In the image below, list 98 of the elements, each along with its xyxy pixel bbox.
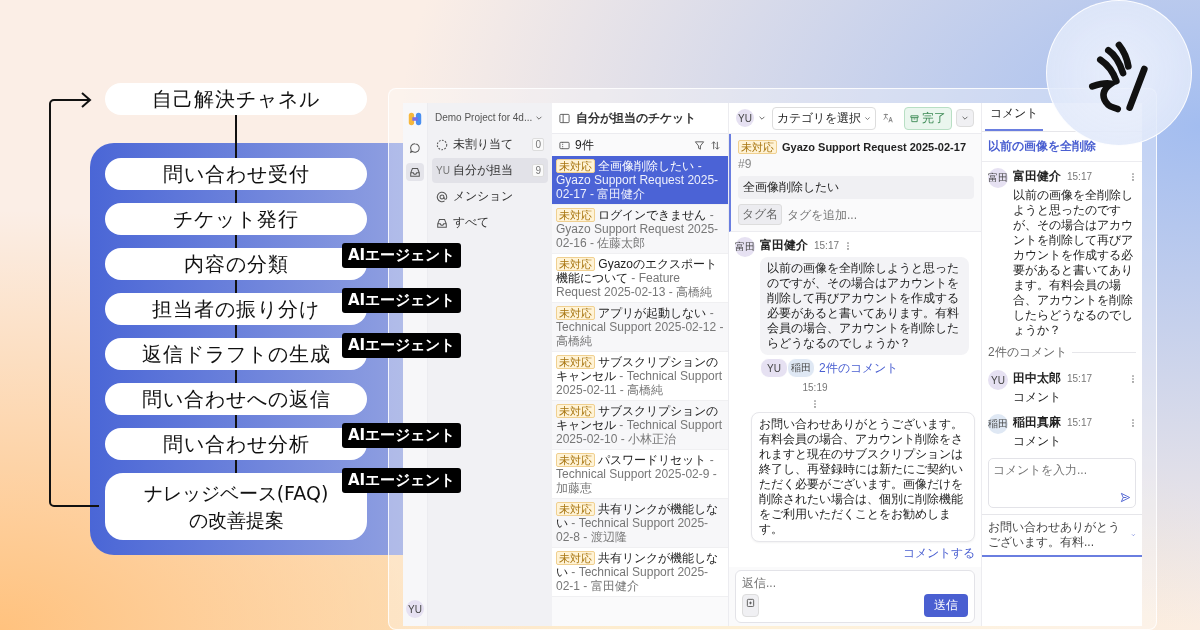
commenter-avatar: YU <box>988 370 1008 390</box>
complete-button[interactable]: 完了 <box>904 106 952 130</box>
author-name: 田中太郎 <box>1013 370 1061 387</box>
app-logo-icon <box>407 111 423 127</box>
status-badge: 未対応 <box>738 140 777 154</box>
assignee-avatar[interactable]: YU <box>736 109 754 127</box>
nav-label: 未割り当て <box>453 136 514 153</box>
ticket-number: #9 <box>738 157 752 171</box>
nav-label: メンション <box>453 188 514 205</box>
avatar-initials: YU <box>436 165 448 176</box>
user-avatar[interactable]: YU <box>406 600 424 618</box>
ai-agent-badge: AIエージェント <box>342 243 462 268</box>
chat-icon <box>409 142 421 154</box>
comment-text: コメント <box>1013 390 1062 405</box>
author-name: 富田健介 <box>1013 168 1061 185</box>
more-options-icon[interactable] <box>1130 171 1136 182</box>
more-options-icon[interactable] <box>845 240 852 251</box>
more-options-icon[interactable] <box>1130 417 1136 428</box>
flow-step: 問い合わせ受付 <box>105 158 367 190</box>
filter-icon[interactable] <box>694 139 705 151</box>
comments-tab[interactable]: コメント <box>985 105 1043 131</box>
subject-field[interactable]: 全画像削除したい <box>738 176 974 199</box>
chevron-down-icon <box>961 114 969 122</box>
nav-item[interactable]: メンション <box>432 184 548 209</box>
flow-step: 自己解決チャネル <box>105 83 367 115</box>
flow-step: 問い合わせへの返信 <box>105 383 367 415</box>
ticket-item[interactable]: 未対応 ログインできません - Gyazo Support Request 2025-02-16 - 佐藤太郎 <box>552 205 728 254</box>
reply-bubble: お問い合わせありがとうございます。有料会員の場合、アカウント削除をされますと現在のサブスクリプションは終了し、再登録時には新たにご契約いただく必要がございます。画像だけを削除されたい場合は、個別に削除機能をご利用いただくことをお勧めします。 <box>751 412 975 542</box>
ticket-count: 9件 <box>575 136 594 154</box>
chevron-down-icon[interactable] <box>758 114 766 122</box>
template-button[interactable] <box>742 594 759 617</box>
translate-icon[interactable] <box>882 112 894 124</box>
author-name: 富田健介 <box>760 237 808 254</box>
nav-item[interactable]: すべて <box>432 210 548 235</box>
ai-agent-badge: AIエージェント <box>342 468 462 493</box>
nav-label: 自分が担当 <box>453 162 514 179</box>
ticket-heading: Gyazo Support Request 2025-02-17 <box>782 141 966 153</box>
message-bubble: 以前の画像を全削除しようと思ったのですが、その場合はアカウントを削除して再びアカウントを作成する必要があると書いてあります。有料会員の場合、アカウントを削除したらどうなるのでしょうか？ <box>760 257 969 355</box>
ai-agent-badge: AIエージェント <box>342 333 462 358</box>
ticket-item[interactable]: 未対応 サブスクリプションのキャンセル - Technical Support 2025-02-10 - 小林正治 <box>552 401 728 450</box>
nav-item[interactable]: YU 自分が担当 9 <box>432 158 548 183</box>
chevron-down-icon <box>1131 531 1136 539</box>
comment-link[interactable]: コメントする <box>903 545 975 562</box>
inbox-icon <box>409 166 421 178</box>
archive-icon <box>910 113 919 123</box>
ai-agent-badge: AIエージェント <box>342 288 462 313</box>
comment-time: 15:17 <box>1067 373 1093 384</box>
ticket-icon <box>559 139 570 151</box>
commenter-avatar: YU <box>760 358 788 378</box>
comment-text: コメント <box>1013 434 1062 449</box>
send-icon[interactable] <box>1120 492 1131 503</box>
send-button[interactable]: 送信 <box>924 594 968 617</box>
ticket-item[interactable]: 未対応 サブスクリプションのキャンセル - Technical Support 2025-02-11 - 高橋純 <box>552 352 728 401</box>
reply-preview[interactable]: お問い合わせありがとうございます。有料... <box>982 514 1142 557</box>
flow-step: チケット発行 <box>105 203 367 235</box>
ticket-item[interactable]: 未対応 共有リンクが機能しない - Technical Support 2025-02-8 - 渡辺隆 <box>552 499 728 548</box>
count-badge: 0 <box>532 138 544 151</box>
commenter-avatar: 稲田 <box>988 414 1008 434</box>
count-badge: 9 <box>532 164 544 177</box>
sort-icon[interactable] <box>710 139 721 151</box>
ai-agent-badge: AIエージェント <box>342 423 462 448</box>
author-avatar: 富田 <box>988 168 1008 188</box>
ticket-item[interactable]: 未対応 Gyazoのエクスポート機能について - Feature Request 2025-02-13 - 高橋純 <box>552 254 728 303</box>
dashed-circle-icon <box>436 138 448 151</box>
ticket-item[interactable]: 未対応 共有リンクが機能しない - Technical Support 2025-02-1 - 富田健介 <box>552 548 728 597</box>
chevron-down-icon <box>864 114 871 122</box>
inbox-icon <box>436 216 448 229</box>
comment-text: 以前の画像を全削除しようと思ったのですが、その場合はアカウントを削除して再びアカウントを作成する必要があると書いてあります。有料会員の場合、アカウントを削除したらどうなるのでしょうか？ <box>1013 188 1134 338</box>
comment-count-label: 2件のコメント <box>988 344 1067 361</box>
more-options-icon[interactable] <box>812 399 818 409</box>
category-select[interactable]: カテゴリを選択 <box>772 106 876 130</box>
author-avatar: 富田 <box>735 237 755 257</box>
comment-time: 15:17 <box>1067 417 1093 428</box>
comment-box[interactable]: コメントを入力... <box>988 458 1136 508</box>
tag-input[interactable]: タグを追加... <box>787 207 974 222</box>
comment-time: 15:17 <box>1067 171 1093 182</box>
reply-composer[interactable]: 返信... 送信 <box>735 570 975 623</box>
more-options-icon[interactable] <box>1130 373 1136 384</box>
nav-item[interactable]: 未割り当て 0 <box>432 132 548 157</box>
author-name: 稲田真麻 <box>1013 414 1061 431</box>
list-title: 自分が担当のチケット <box>576 109 696 127</box>
commenter-avatar: 稲田 <box>787 358 815 378</box>
project-selector[interactable]: Demo Project for 4d... <box>432 109 548 131</box>
comment-input[interactable]: コメントを入力... <box>993 463 1131 477</box>
sidebar-toggle-icon[interactable] <box>559 112 570 124</box>
ticket-item[interactable]: 未対応 パスワードリセット - Technical Support 2025-02-9 - 加藤恵 <box>552 450 728 499</box>
tag-chip[interactable]: タグ名 <box>738 204 782 225</box>
comments-link[interactable]: 2件のコメント <box>819 359 898 377</box>
ticket-item[interactable]: 未対応 アプリが起動しない - Technical Support 2025-02-12 - 高橋純 <box>552 303 728 352</box>
rail-button[interactable] <box>406 163 424 181</box>
at-sign-icon <box>436 190 448 203</box>
message-time: 15:19 <box>802 382 828 393</box>
reply-input[interactable]: 返信... <box>742 576 968 590</box>
nav-label: すべて <box>453 214 490 231</box>
ticket-item[interactable]: 未対応 全画像削除したい - Gyazo Support Request 2025-02-17 - 富田健介 <box>552 156 728 205</box>
clipboard-icon <box>746 598 755 607</box>
message-time: 15:17 <box>814 240 840 251</box>
subject-link[interactable]: 以前の画像を全削除 <box>988 139 1096 153</box>
